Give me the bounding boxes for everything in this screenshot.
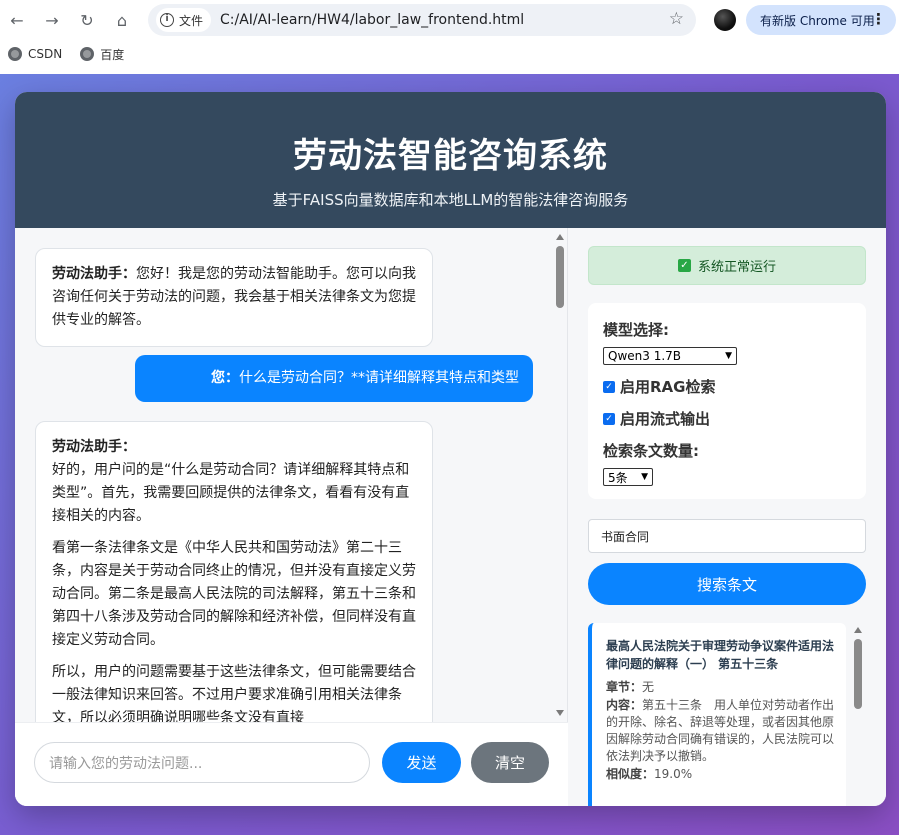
page-background: 劳动法智能咨询系统 基于FAISS向量数据库和本地LLM的智能法律咨询服务 劳动… (0, 74, 899, 835)
address-bar[interactable]: i 文件 C:/AI/AI-learn/HW4/labor_law_fronte… (148, 4, 696, 36)
chevron-down-icon: ▼ (725, 351, 732, 361)
reload-icon[interactable]: ↻ (73, 6, 101, 34)
update-label: 有新版 Chrome 可用 (760, 13, 875, 28)
result-similarity: 相似度：19.0% (606, 766, 836, 783)
user-message: 您：什么是劳动合同？**请详细解释其特点和类型 (135, 355, 533, 402)
scroll-down-icon[interactable] (556, 710, 564, 716)
status-text: 系统正常运行 (697, 260, 776, 275)
app-header: 劳动法智能咨询系统 基于FAISS向量数据库和本地LLM的智能法律咨询服务 (15, 92, 886, 228)
bookmark-baidu[interactable]: 百度 (80, 46, 124, 63)
bot-name: 劳动法助手： (52, 439, 136, 455)
site-info-chip[interactable]: i 文件 (156, 8, 212, 32)
chat-scroll-thumb[interactable] (556, 246, 564, 308)
profile-avatar[interactable] (714, 9, 736, 31)
result-card[interactable]: 最高人民法院关于审理劳动争议案件适用法律问题的解释（一） 第五十三条 章节：无 … (588, 623, 846, 806)
bookmark-label: 百度 (100, 47, 125, 62)
browser-toolbar: ← → ↻ ⌂ i 文件 C:/AI/AI-learn/HW4/labor_la… (0, 0, 899, 40)
bookmarks-bar: CSDN 百度 (0, 40, 899, 68)
chevron-down-icon: ▼ (641, 472, 648, 482)
info-icon: i (160, 13, 174, 27)
similarity-label: 相似度： (606, 767, 655, 781)
answer-paragraph-2: 看第一条法律条文是《中华人民共和国劳动法》第二十三条，内容是关于劳动合同终止的情… (52, 540, 416, 648)
status-badge: ✓ 系统正常运行 (588, 246, 866, 285)
message-list[interactable]: 劳动法助手：您好！我是您的劳动法智能助手。您可以向我咨询任何关于劳动法的问题，我… (15, 228, 555, 722)
stream-label: 启用流式输出 (620, 410, 711, 428)
send-button[interactable]: 发送 (382, 742, 461, 783)
similarity-value: 19.0% (654, 767, 693, 781)
user-message-text: 什么是劳动合同？**请详细解释其特点和类型 (239, 370, 519, 386)
count-select[interactable]: 5条 ▼ (603, 468, 653, 486)
settings-panel: 模型选择: Qwen3 1.7B ▼ ✓ 启用RAG检索 ✓ 启用流式输出 检索条… (588, 303, 866, 499)
count-label: 检索条文数量: (603, 442, 699, 460)
chrome-update-button[interactable]: 有新版 Chrome 可用 ⋮ (746, 5, 896, 35)
bot-message-answer: 劳动法助手： 好的，用户问的是“什么是劳动合同？请详细解释其特点和类型”。首先，我… (35, 421, 433, 722)
chat-input-bar: 请输入您的劳动法问题... 发送 清空 (15, 722, 568, 806)
law-search-input[interactable]: 书面合同 (588, 519, 866, 553)
result-title: 最高人民法院关于审理劳动争议案件适用法律问题的解释（一） 第五十三条 (606, 639, 835, 671)
result-content: 内容：第五十三条 用人单位对劳动者作出的开除、除名、辞退等处理，或者因其他原因解… (606, 697, 836, 765)
results-scrollbar[interactable] (854, 627, 862, 806)
globe-icon (8, 47, 22, 61)
sidebar: ✓ 系统正常运行 模型选择: Qwen3 1.7B ▼ ✓ 启用RAG检索 ✓ 启… (568, 228, 886, 806)
scroll-up-icon[interactable] (556, 234, 564, 240)
back-arrow-icon[interactable]: ← (3, 6, 31, 34)
chat-scrollbar[interactable] (556, 234, 564, 716)
page-subtitle: 基于FAISS向量数据库和本地LLM的智能法律咨询服务 (272, 191, 629, 209)
bot-name: 劳动法助手： (52, 266, 136, 282)
page-title: 劳动法智能咨询系统 (293, 136, 608, 176)
globe-icon (80, 47, 95, 61)
rag-toggle[interactable]: ✓ 启用RAG检索 (603, 376, 851, 397)
chat-panel: 劳动法助手：您好！我是您的劳动法智能助手。您可以向我咨询任何关于劳动法的问题，我… (15, 228, 568, 806)
clear-button[interactable]: 清空 (471, 742, 549, 783)
user-name: 您： (211, 370, 239, 386)
url-text[interactable]: C:/AI/AI-learn/HW4/labor_law_frontend.ht… (220, 12, 524, 28)
stream-toggle[interactable]: ✓ 启用流式输出 (603, 408, 851, 429)
content-label: 内容： (606, 698, 643, 712)
bookmark-csdn[interactable]: CSDN (8, 47, 62, 61)
menu-dots-icon[interactable]: ⋮ (871, 10, 886, 28)
result-chapter: 章节：无 (606, 679, 836, 696)
search-results[interactable]: 最高人民法院关于审理劳动争议案件适用法律问题的解释（一） 第五十三条 章节：无 … (588, 623, 866, 806)
results-scroll-thumb[interactable] (854, 639, 862, 709)
info-label: 文件 (179, 13, 204, 28)
chapter-value: 无 (642, 680, 655, 694)
answer-paragraph-3: 所以，用户的问题需要基于这些法律条文，但可能需要结合一般法律知识来回答。不过用户… (52, 664, 416, 722)
home-icon[interactable]: ⌂ (108, 6, 136, 34)
model-select[interactable]: Qwen3 1.7B ▼ (603, 347, 737, 365)
app-container: 劳动法智能咨询系统 基于FAISS向量数据库和本地LLM的智能法律咨询服务 劳动… (15, 92, 886, 806)
bot-message-welcome: 劳动法助手：您好！我是您的劳动法智能助手。您可以向我咨询任何关于劳动法的问题，我… (35, 248, 433, 347)
bookmark-label: CSDN (28, 47, 63, 61)
forward-arrow-icon[interactable]: → (38, 6, 66, 34)
checkbox-checked-icon[interactable]: ✓ (603, 380, 615, 393)
rag-label: 启用RAG检索 (620, 378, 716, 396)
chat-input[interactable]: 请输入您的劳动法问题... (34, 742, 370, 783)
model-label: 模型选择: (603, 321, 669, 339)
count-select-value: 5条 (608, 470, 628, 485)
model-select-value: Qwen3 1.7B (608, 349, 682, 363)
checkbox-checked-icon[interactable]: ✓ (603, 412, 615, 425)
search-law-button[interactable]: 搜索条文 (588, 563, 866, 605)
check-icon: ✓ (677, 259, 691, 272)
bookmark-star-icon[interactable]: ☆ (669, 9, 684, 29)
scroll-up-icon[interactable] (854, 627, 862, 633)
chapter-label: 章节： (606, 680, 643, 694)
answer-paragraph-1: 好的，用户问的是“什么是劳动合同？请详细解释其特点和类型”。首先，我需要回顾提供… (52, 462, 410, 524)
